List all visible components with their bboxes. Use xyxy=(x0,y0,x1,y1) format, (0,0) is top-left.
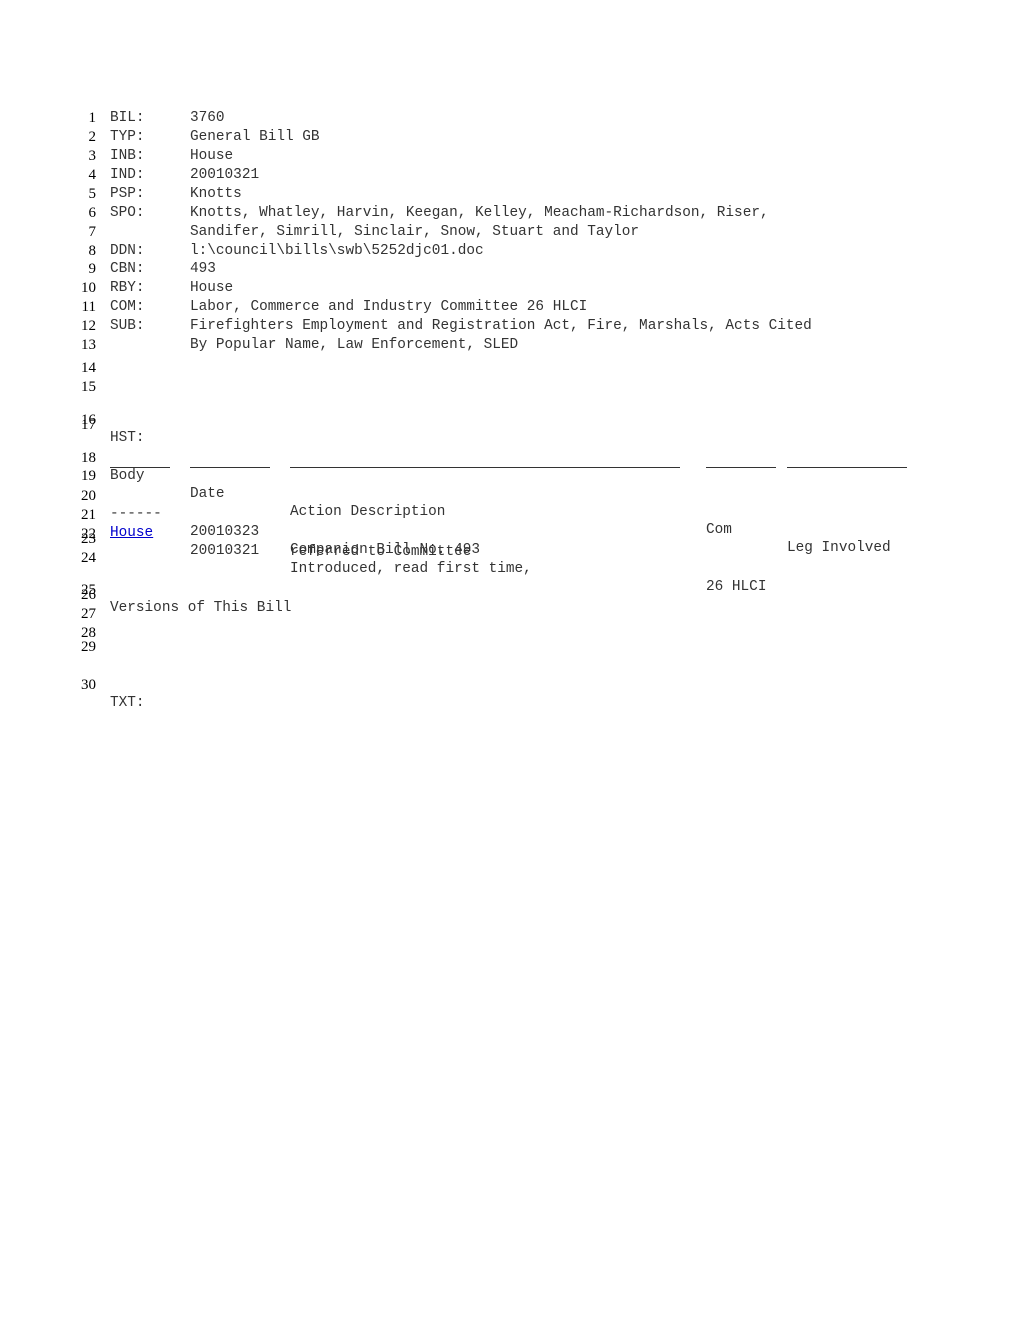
field-value: 20010321 xyxy=(190,167,260,183)
line-25: 25 Versions of This Bill xyxy=(0,563,291,616)
field-value: l:\council\bills\swb\5252djc01.doc xyxy=(190,243,484,259)
line-number: 23 xyxy=(81,531,96,547)
history-header-row: 18 Body Date Action Description Com Leg … xyxy=(0,431,891,556)
underline-action xyxy=(290,467,680,468)
underline-com xyxy=(706,467,776,468)
line-16: 16 HST: xyxy=(0,393,145,446)
field-value: House xyxy=(190,148,234,164)
history-row: 20 ------ 20010323 Companion Bill No. 49… xyxy=(0,469,480,558)
line-30: 30 TXT: xyxy=(0,658,145,711)
line-number: 1 xyxy=(88,110,97,126)
field-key: BIL: xyxy=(110,110,145,126)
field-value: General Bill GB xyxy=(190,129,320,145)
field-key: SPO: xyxy=(110,205,145,221)
line-number: 12 xyxy=(81,318,96,334)
field-value: Sandifer, Simrill, Sinclair, Snow, Stuar… xyxy=(190,224,640,240)
line-number: 6 xyxy=(88,205,97,221)
row-body: ------ xyxy=(110,506,162,522)
field-key: DDN: xyxy=(110,243,145,259)
line-number: 2 xyxy=(88,129,97,145)
history-label: HST: xyxy=(110,430,145,446)
underline-date xyxy=(190,467,270,468)
line-number: 29 xyxy=(81,639,96,655)
header-date: Date xyxy=(190,486,225,502)
line-number: 30 xyxy=(81,677,96,693)
field-value: House xyxy=(190,280,234,296)
row-date: 20010323 xyxy=(190,524,260,540)
history-row: 21 House 20010321 Introduced, read first… xyxy=(0,488,766,595)
history-underline-row: 19 xyxy=(0,449,96,484)
underline-leg xyxy=(787,467,907,468)
header-leg: Leg Involved xyxy=(787,540,891,556)
line-number: 27 xyxy=(81,606,96,622)
header-com: Com xyxy=(706,522,732,538)
field-key: TYP: xyxy=(110,129,145,145)
line-number: 5 xyxy=(88,186,97,202)
header-action: Action Description xyxy=(290,504,446,520)
versions-label: Versions of This Bill xyxy=(110,600,292,616)
line-number: 18 xyxy=(81,450,96,466)
field-key: PSP: xyxy=(110,186,145,202)
line-number: 3 xyxy=(88,148,97,164)
line-number: 9 xyxy=(88,261,97,277)
header-body: Body xyxy=(110,468,145,484)
field-value: Knotts xyxy=(190,186,242,202)
field-key: CBN: xyxy=(110,261,145,277)
line-number: 24 xyxy=(81,550,96,566)
field-value: Labor, Commerce and Industry Committee 2… xyxy=(190,299,588,315)
line-number: 15 xyxy=(81,379,96,395)
line-number: 13 xyxy=(81,337,96,353)
line-number: 19 xyxy=(81,468,96,484)
row-action-continuation: referred to Committee xyxy=(290,544,472,560)
house-link[interactable]: House xyxy=(110,525,153,541)
field-key: SUB: xyxy=(110,318,145,334)
line-number: 7 xyxy=(88,224,97,240)
field-value: Firefighters Employment and Registration… xyxy=(190,318,812,334)
field-value: Knotts, Whatley, Harvin, Keegan, Kelley,… xyxy=(190,205,769,221)
line-number: 11 xyxy=(81,299,96,315)
row-date: 20010321 xyxy=(190,543,260,559)
history-row-continuation: 22 referred to Committee xyxy=(0,507,471,560)
text-label: TXT: xyxy=(110,695,145,711)
field-key: IND: xyxy=(110,167,145,183)
field-value: 493 xyxy=(190,261,216,277)
line-number: 20 xyxy=(81,488,96,504)
line-number: 26 xyxy=(81,587,96,603)
field-key: INB: xyxy=(110,148,145,164)
field-value: By Popular Name, Law Enforcement, SLED xyxy=(190,337,519,353)
line-number: 17 xyxy=(81,417,96,433)
field-key: RBY: xyxy=(110,280,145,296)
line-number: 21 xyxy=(81,507,96,523)
line-number: 10 xyxy=(81,280,96,296)
underline-body xyxy=(110,467,170,468)
row-action: Introduced, read first time, xyxy=(290,561,532,577)
line-number: 4 xyxy=(88,167,97,183)
row-com: 26 HLCI xyxy=(706,579,767,595)
line-number: 14 xyxy=(81,360,96,376)
field-value: 3760 xyxy=(190,110,225,126)
field-key: COM: xyxy=(110,299,145,315)
line-number: 8 xyxy=(88,243,97,259)
